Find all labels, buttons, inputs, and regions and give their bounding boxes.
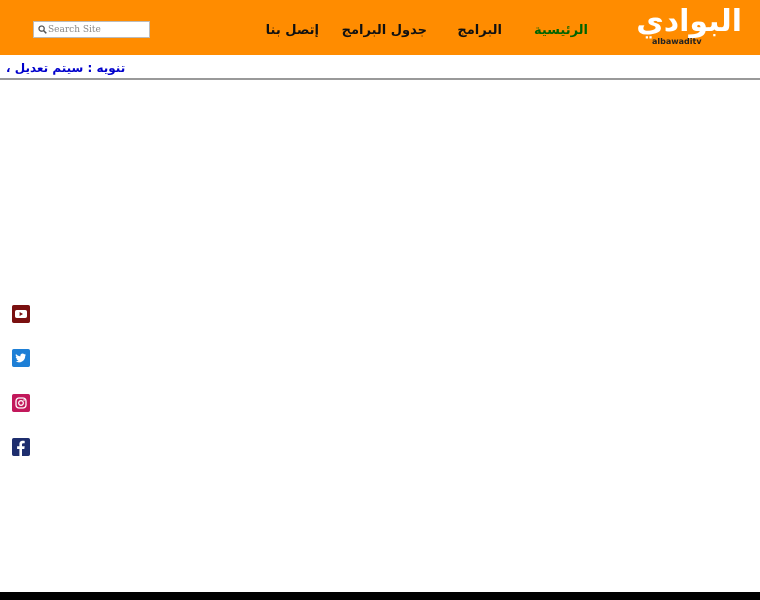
twitter-icon [15,353,26,363]
nav-item-home[interactable]: الرئيسية [534,22,588,40]
instagram-link[interactable] [12,394,30,412]
twitter-link[interactable] [12,349,30,367]
youtube-link[interactable] [12,305,30,323]
site-header: البوادي albawaditv الرئيسية البرامج جدول… [0,0,760,55]
logo-subtitle: albawaditv [652,37,702,46]
youtube-icon [15,310,27,318]
footer-bar [0,592,760,600]
nav-item-programs[interactable]: البرامج [457,22,502,40]
logo-text: البوادي [636,4,743,39]
facebook-link[interactable] [12,438,30,456]
search-box[interactable] [33,21,150,38]
notice-bar: تنويه : سيتم تعديل ، [0,55,760,80]
notice-text: تنويه : سيتم تعديل ، [6,61,126,75]
facebook-icon [17,440,25,456]
instagram-icon [15,397,27,409]
nav-item-contact[interactable]: إتصل بنا [266,22,319,40]
search-icon [38,25,47,34]
site-logo[interactable]: البوادي albawaditv [628,4,743,48]
nav-item-schedule[interactable]: جدول البرامج [342,22,427,40]
search-input[interactable] [48,22,148,37]
